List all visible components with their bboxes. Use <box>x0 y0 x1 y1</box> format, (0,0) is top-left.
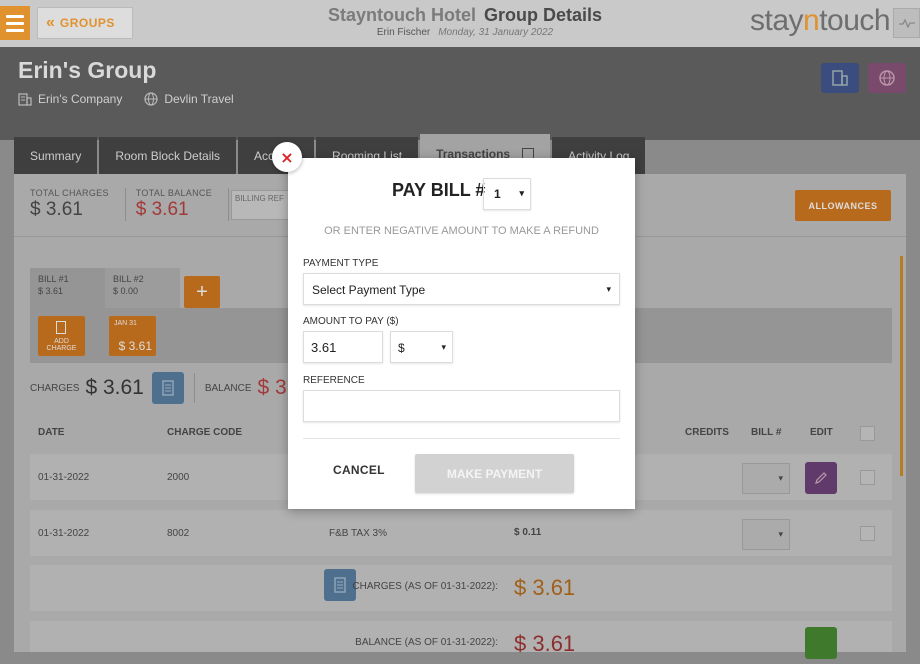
page-header: Stayntouch Hotel Group Details Erin Fisch… <box>300 5 630 38</box>
date-card[interactable]: JAN 31 $ 3.61 <box>109 316 156 356</box>
balance-total-row: BALANCE (AS OF 01-31-2022): $ 3.61 <box>30 621 892 659</box>
select-all-checkbox[interactable] <box>860 426 875 441</box>
back-to-groups-button[interactable]: « GROUPS <box>37 7 133 39</box>
activity-pulse-icon[interactable] <box>893 8 920 38</box>
building-icon <box>832 70 848 86</box>
travel-agent-info: Devlin Travel <box>144 92 234 106</box>
cancel-button[interactable]: CANCEL <box>333 463 385 477</box>
allowances-button[interactable]: ALLOWANCES <box>795 190 891 221</box>
divider <box>193 373 195 403</box>
close-icon[interactable]: × <box>272 142 302 172</box>
pay-bill-modal: PAY BILL # 1 OR ENTER NEGATIVE AMOUNT TO… <box>288 158 635 509</box>
receipt-icon <box>334 577 346 593</box>
receipt-icon <box>162 380 174 396</box>
edit-button[interactable] <box>805 462 837 494</box>
make-payment-button[interactable]: MAKE PAYMENT <box>415 454 574 493</box>
building-icon <box>18 93 32 106</box>
reference-label: REFERENCE <box>303 375 365 386</box>
wallet-payment-button[interactable] <box>805 627 837 659</box>
row-checkbox[interactable] <box>860 526 875 541</box>
print-bill-button[interactable] <box>151 372 184 404</box>
refund-hint: OR ENTER NEGATIVE AMOUNT TO MAKE A REFUN… <box>324 225 599 237</box>
company-card-button[interactable] <box>821 63 859 93</box>
stayntouch-logo: stayntouch <box>750 4 891 37</box>
globe-icon <box>879 70 895 86</box>
bill-select[interactable] <box>742 519 790 550</box>
row-checkbox[interactable] <box>860 470 875 485</box>
bill-summary-row: CHARGES $ 3.61 BALANCE $ 3.6 <box>30 372 312 404</box>
double-chevron-left-icon: « <box>46 14 55 31</box>
total-charges: TOTAL CHARGES $ 3.61 <box>30 188 126 221</box>
charges-total-row: CHARGES (AS OF 01-31-2022): $ 3.61 <box>30 565 892 611</box>
pencil-icon <box>815 472 827 484</box>
totals-summary: TOTAL CHARGES $ 3.61 TOTAL BALANCE $ 3.6… <box>30 188 239 221</box>
document-icon <box>56 321 66 334</box>
hamburger-menu-icon[interactable] <box>0 6 30 40</box>
page-title: Stayntouch Hotel Group Details <box>327 5 603 25</box>
bill-tab-1[interactable]: BILL #1 $ 3.61 <box>30 268 105 308</box>
group-header: Erin's Group Erin's Company Devlin Trave… <box>0 47 920 140</box>
add-bill-button[interactable]: + <box>184 276 220 308</box>
modal-title: PAY BILL # <box>392 180 486 200</box>
group-meta: Erin's Company Devlin Travel <box>18 92 234 106</box>
amount-label: AMOUNT TO PAY ($) <box>303 316 399 327</box>
amount-input[interactable]: 3.61 <box>303 331 383 363</box>
payment-type-select[interactable]: Select Payment Type <box>303 273 620 305</box>
tab-room-block-details[interactable]: Room Block Details <box>99 137 237 174</box>
company-info: Erin's Company <box>18 92 122 106</box>
reference-input[interactable] <box>303 390 620 422</box>
scrollbar[interactable] <box>900 256 903 476</box>
travel-agent-card-button[interactable] <box>868 63 906 93</box>
payment-type-label: PAYMENT TYPE <box>303 258 379 269</box>
globe-icon <box>144 92 158 106</box>
add-charge-button[interactable]: ADD CHARGE <box>38 316 85 356</box>
table-row: 01-31-2022 8002 F&B TAX 3% $ 0.11 <box>30 510 892 556</box>
total-balance: TOTAL BALANCE $ 3.61 <box>136 188 230 221</box>
user-date-line: Erin Fischer Monday, 31 January 2022 <box>376 27 554 38</box>
top-bar: « GROUPS Stayntouch Hotel Group Details E… <box>0 0 920 47</box>
bill-number-select[interactable]: 1 <box>483 178 531 210</box>
currency-select[interactable]: $ <box>390 331 453 363</box>
group-name: Erin's Group <box>18 57 157 83</box>
divider <box>303 438 620 439</box>
tab-summary[interactable]: Summary <box>14 137 98 174</box>
bill-select[interactable] <box>742 463 790 494</box>
print-charges-button[interactable] <box>324 569 356 601</box>
bill-tab-2[interactable]: BILL #2 $ 0.00 <box>105 268 180 308</box>
bill-tabs: BILL #1 $ 3.61 BILL #2 $ 0.00 <box>30 268 180 308</box>
